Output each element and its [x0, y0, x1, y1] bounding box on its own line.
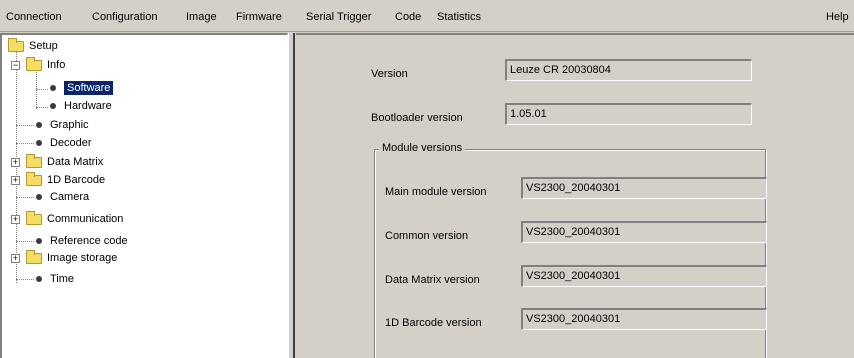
tree-line — [36, 89, 48, 90]
tree-node-time[interactable]: Time — [36, 270, 74, 288]
tree-node-camera[interactable]: Camera — [36, 188, 89, 206]
expand-icon[interactable]: + — [11, 215, 20, 224]
menu-configuration[interactable]: Configuration — [92, 11, 157, 23]
folder-icon — [8, 37, 24, 52]
main-module-version-field: VS2300_20040301 — [521, 177, 767, 199]
folder-icon — [26, 153, 42, 168]
main-module-version-label: Main module version — [385, 186, 487, 198]
tree-node-decoder[interactable]: Decoder — [36, 134, 92, 152]
tree-line — [16, 143, 34, 144]
bullet-icon — [36, 194, 42, 200]
expand-icon[interactable]: + — [11, 176, 20, 185]
bootloader-version-label: Bootloader version — [371, 112, 463, 124]
menu-firmware[interactable]: Firmware — [236, 11, 282, 23]
common-version-field: VS2300_20040301 — [521, 221, 767, 243]
tree-line — [16, 241, 34, 242]
panel-splitter[interactable] — [288, 33, 295, 358]
expand-icon[interactable]: + — [11, 158, 20, 167]
tree-node-image-storage[interactable]: Image storage — [26, 249, 117, 267]
group-title: Module versions — [379, 142, 466, 154]
tree-node-1d-barcode[interactable]: 1D Barcode — [26, 171, 105, 189]
tree-label: Time — [50, 273, 75, 285]
menu-code[interactable]: Code — [395, 11, 421, 23]
folder-icon — [26, 56, 42, 71]
tree-label: Info — [47, 59, 66, 71]
menu-serial-trigger[interactable]: Serial Trigger — [306, 11, 371, 23]
tree-label: Image storage — [47, 252, 118, 264]
data-matrix-version-field: VS2300_20040301 — [521, 265, 767, 287]
folder-icon — [26, 249, 42, 264]
tree-label: Decoder — [50, 137, 92, 149]
tree-label: Graphic — [50, 119, 89, 131]
barcode-1d-version-field: VS2300_20040301 — [521, 308, 767, 330]
tree-label: Data Matrix — [47, 156, 104, 168]
collapse-icon[interactable]: − — [11, 61, 20, 70]
menu-bar: Connection Configuration Image Firmware … — [0, 0, 854, 32]
menu-statistics[interactable]: Statistics — [437, 11, 481, 23]
software-info-panel: Version Leuze CR 20030804 Bootloader ver… — [296, 33, 854, 358]
bullet-icon — [50, 85, 56, 91]
tree-label: Communication — [47, 213, 124, 225]
barcode-1d-version-label: 1D Barcode version — [385, 317, 482, 329]
bullet-icon — [50, 103, 56, 109]
bullet-icon — [36, 276, 42, 282]
tree-label: Reference code — [50, 235, 128, 247]
setup-tree[interactable]: Setup − Info Software Hardware Graphic D… — [0, 33, 288, 358]
menu-help[interactable]: Help — [826, 11, 849, 23]
bootloader-version-field: 1.05.01 — [505, 103, 752, 125]
tree-node-communication[interactable]: Communication — [26, 210, 123, 228]
common-version-label: Common version — [385, 230, 469, 242]
tree-node-software[interactable]: Software — [50, 79, 114, 97]
data-matrix-version-label: Data Matrix version — [385, 274, 480, 286]
tree-node-setup[interactable]: Setup — [8, 37, 58, 55]
module-versions-group: Module versions Main module version VS23… — [374, 142, 767, 358]
tree-line — [16, 197, 34, 198]
tree-node-reference-code[interactable]: Reference code — [36, 232, 128, 250]
bullet-icon — [36, 140, 42, 146]
folder-icon — [26, 171, 42, 186]
tree-label-selected: Software — [64, 81, 114, 95]
tree-node-info[interactable]: Info — [26, 56, 65, 74]
tree-line — [36, 107, 48, 108]
tree-node-graphic[interactable]: Graphic — [36, 116, 89, 134]
menu-connection[interactable]: Connection — [6, 11, 62, 23]
tree-node-hardware[interactable]: Hardware — [50, 97, 112, 115]
tree-line — [16, 279, 34, 280]
tree-label: Setup — [29, 40, 58, 52]
tree-label: Camera — [50, 191, 90, 203]
tree-label: 1D Barcode — [47, 174, 106, 186]
menu-image[interactable]: Image — [186, 11, 217, 23]
bullet-icon — [36, 238, 42, 244]
tree-line — [16, 125, 34, 126]
folder-icon — [26, 210, 42, 225]
version-label: Version — [371, 68, 408, 80]
expand-icon[interactable]: + — [11, 254, 20, 263]
tree-node-data-matrix[interactable]: Data Matrix — [26, 153, 103, 171]
bullet-icon — [36, 122, 42, 128]
application-window: Connection Configuration Image Firmware … — [0, 0, 854, 358]
version-field: Leuze CR 20030804 — [505, 59, 752, 81]
tree-label: Hardware — [64, 100, 112, 112]
